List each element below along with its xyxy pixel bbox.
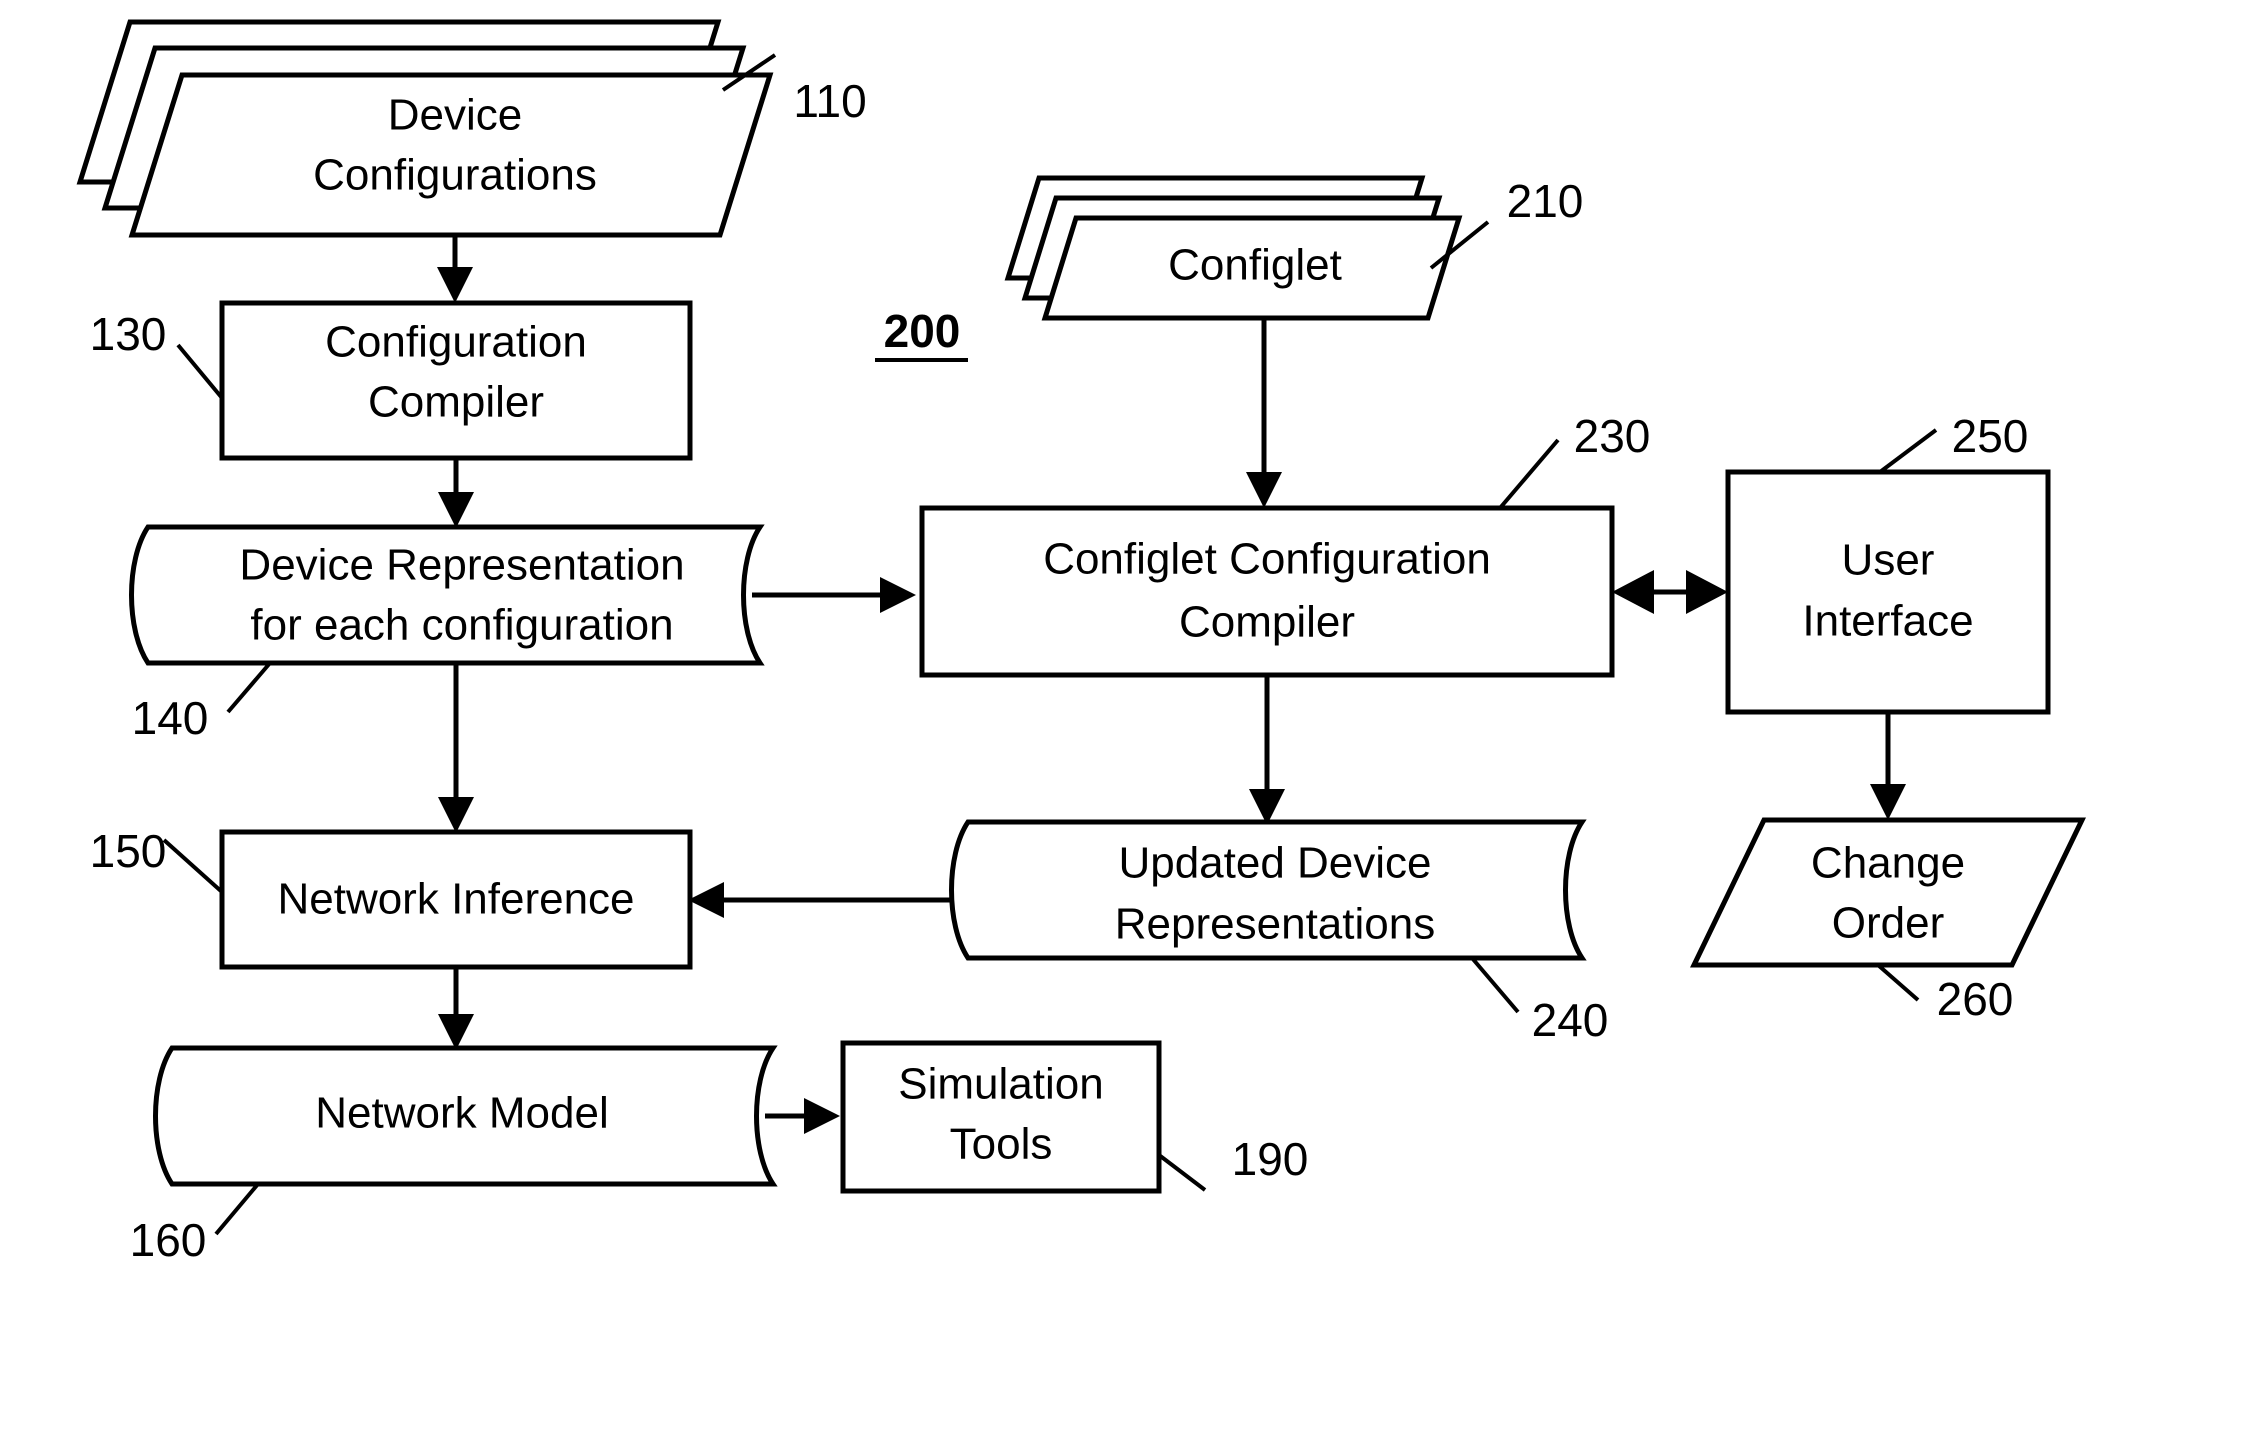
- configlet-configuration-compiler-label-line2: Compiler: [1179, 598, 1355, 647]
- node-simulation-tools[interactable]: Simulation Tools: [840, 1040, 1162, 1194]
- change-order-label-line1: Change: [1811, 839, 1965, 888]
- ref-130: 130: [90, 308, 167, 360]
- simulation-tools-label-line1: Simulation: [898, 1060, 1103, 1109]
- network-inference-label: Network Inference: [277, 875, 634, 924]
- ref-160: 160: [130, 1214, 207, 1266]
- node-device-representation[interactable]: Device Representation for each configura…: [129, 524, 765, 666]
- node-user-interface[interactable]: User Interface: [1725, 469, 2051, 715]
- user-interface-label-line1: User: [1842, 536, 1935, 585]
- arrow-devrep-to-configletcompiler: [752, 577, 916, 613]
- device-configurations-label-line1: Device: [388, 91, 523, 140]
- leader-250: [1878, 428, 1938, 474]
- configlet-configuration-compiler-box: [919, 505, 1615, 678]
- leader-190: [1157, 1153, 1207, 1192]
- node-updated-device-representations[interactable]: Updated Device Representations: [949, 819, 1587, 961]
- arrow-netinference-to-netmodel: [438, 967, 474, 1050]
- leader-150: [162, 838, 224, 894]
- patent-figure-canvas: Device Configurations 110 Configuration …: [0, 0, 2256, 1444]
- figure-reference: 200: [875, 305, 968, 362]
- ref-250: 250: [1952, 410, 2029, 462]
- leader-240: [1470, 956, 1520, 1014]
- configuration-compiler-label-line2: Compiler: [368, 378, 544, 427]
- change-order-label-line2: Order: [1832, 899, 1944, 948]
- configlet-configuration-compiler-label-line1: Configlet Configuration: [1043, 535, 1491, 584]
- node-configlet-configuration-compiler[interactable]: Configlet Configuration Compiler: [919, 505, 1615, 678]
- ref-190: 190: [1232, 1133, 1309, 1185]
- leader-140: [226, 661, 272, 714]
- leader-230: [1498, 438, 1560, 510]
- updated-device-representations-label-line2: Representations: [1115, 900, 1435, 949]
- ref-150: 150: [90, 825, 167, 877]
- arrow-devconf-to-confcompiler: [437, 235, 473, 303]
- arrow-userinterface-to-changeorder: [1870, 712, 1906, 820]
- arrow-netmodel-to-simtools: [765, 1098, 840, 1134]
- node-device-configurations[interactable]: Device Configurations: [76, 19, 774, 238]
- user-interface-box: [1725, 469, 2051, 715]
- leader-160: [214, 1182, 260, 1236]
- simulation-tools-label-line2: Tools: [950, 1120, 1053, 1169]
- figure-ref-number: 200: [884, 305, 961, 357]
- device-representation-label-line1: Device Representation: [239, 541, 684, 590]
- flow-diagram: Device Configurations 110 Configuration …: [76, 19, 2086, 1266]
- network-model-label: Network Model: [315, 1089, 608, 1138]
- ref-140: 140: [132, 692, 209, 744]
- ref-110: 110: [793, 75, 866, 127]
- node-network-inference[interactable]: Network Inference: [219, 829, 693, 970]
- device-representation-label-line2: for each configuration: [250, 601, 673, 650]
- arrow-devrep-to-netinference: [438, 663, 474, 833]
- arrow-configletcompiler-to-userinterface: [1612, 570, 1728, 614]
- arrow-configlet-to-configletcompiler: [1246, 318, 1282, 508]
- node-change-order[interactable]: Change Order: [1690, 817, 2086, 968]
- configlet-label: Configlet: [1168, 241, 1342, 290]
- updated-device-representations-label-line1: Updated Device: [1118, 839, 1431, 888]
- ref-210: 210: [1507, 175, 1584, 227]
- arrow-configletcompiler-to-updatedreps: [1249, 675, 1285, 825]
- ref-260: 260: [1937, 973, 2014, 1025]
- node-configlet[interactable]: Configlet: [1004, 175, 1463, 321]
- ref-230: 230: [1574, 410, 1651, 462]
- user-interface-label-line2: Interface: [1802, 597, 1973, 646]
- node-configuration-compiler[interactable]: Configuration Compiler: [219, 300, 693, 461]
- device-configurations-label-line2: Configurations: [313, 151, 597, 200]
- leader-130: [176, 343, 224, 400]
- arrow-updatedreps-to-netinference: [688, 882, 952, 918]
- ref-240: 240: [1532, 994, 1609, 1046]
- configuration-compiler-label-line1: Configuration: [325, 318, 587, 367]
- arrow-confcompiler-to-devrep: [438, 458, 474, 528]
- node-network-model[interactable]: Network Model: [153, 1045, 778, 1187]
- leader-260: [1876, 963, 1920, 1002]
